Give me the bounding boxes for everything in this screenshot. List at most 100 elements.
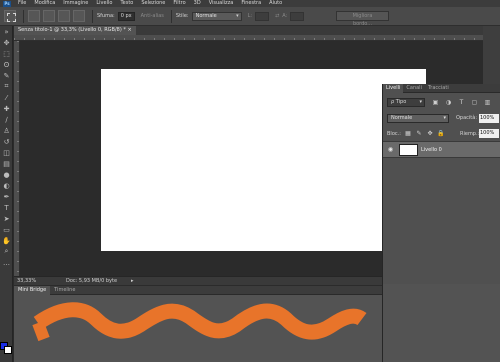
move-icon[interactable]: ✥: [0, 37, 13, 48]
clone-stamp-icon[interactable]: ♙: [0, 125, 13, 136]
menu-selezione[interactable]: Selezione: [137, 0, 169, 7]
document-tab[interactable]: Senza titolo-1 @ 33,3% (Livello 0, RGB/8…: [14, 26, 136, 35]
menu-bar: Ps File Modifica Immagine Livello Testo …: [0, 0, 500, 7]
height-label: A:: [282, 13, 288, 19]
divider: [92, 9, 93, 23]
more-icon[interactable]: …: [0, 257, 13, 268]
lock-all-icon[interactable]: 🔒: [436, 129, 446, 138]
height-input[interactable]: [290, 11, 305, 21]
menu-visualizza[interactable]: Visualizza: [205, 0, 238, 7]
zoom-icon[interactable]: ⌕: [0, 246, 13, 257]
gradient-icon[interactable]: ▤: [0, 158, 13, 169]
menu-filtro[interactable]: Filtro: [169, 0, 189, 7]
width-input[interactable]: [255, 11, 270, 21]
tab-canali[interactable]: Canali: [403, 84, 425, 93]
menu-testo[interactable]: Testo: [116, 0, 137, 7]
layer-row[interactable]: ◉ Livello 0: [383, 142, 500, 158]
layer-kind-filter[interactable]: ρ Tipo: [387, 98, 425, 107]
antialias-checkbox[interactable]: Anti-alias: [141, 13, 164, 19]
tab-mini-bridge[interactable]: Mini Bridge: [14, 285, 51, 295]
collapse-icon[interactable]: »: [0, 26, 13, 37]
path-select-icon[interactable]: ➤: [0, 213, 13, 224]
style-label: Stile:: [175, 13, 189, 19]
tab-livelli[interactable]: Livelli: [383, 83, 404, 93]
close-icon[interactable]: ×: [127, 27, 131, 33]
pen-icon[interactable]: ✒: [0, 191, 13, 202]
blur-icon[interactable]: ●: [0, 169, 13, 180]
bottom-panel-tabs: Mini Bridge Timeline: [14, 285, 382, 295]
eraser-icon[interactable]: ◫: [0, 147, 13, 158]
marquee-icon[interactable]: ⬚: [0, 48, 13, 59]
adjustment-filter-icon[interactable]: ◑: [444, 99, 453, 107]
menu-aiuto[interactable]: Aiuto: [265, 0, 286, 7]
shape-icon[interactable]: ▭: [0, 224, 13, 235]
brush-stroke-tail: [32, 320, 50, 342]
width-label: L:: [247, 13, 253, 19]
zoom-level[interactable]: 33,33%: [14, 278, 42, 284]
brush-icon[interactable]: ∕: [0, 114, 13, 125]
subtract-selection-icon[interactable]: [58, 10, 70, 22]
lock-pixels-icon[interactable]: ✎: [414, 129, 424, 138]
add-selection-icon[interactable]: [43, 10, 55, 22]
background-color-swatch[interactable]: [4, 346, 12, 354]
new-selection-icon[interactable]: [28, 10, 40, 22]
shape-filter-icon[interactable]: ▢: [470, 99, 479, 107]
divider: [170, 9, 172, 23]
menu-3d[interactable]: 3D: [190, 0, 205, 7]
blend-mode-select[interactable]: Normale: [387, 114, 449, 123]
options-bar: Sfuma: 0 px Anti-alias Stile: Normale L:…: [0, 7, 500, 27]
crop-icon[interactable]: ⌗: [0, 81, 13, 92]
swap-icon[interactable]: ⇄: [275, 13, 279, 19]
menu-modifica[interactable]: Modifica: [30, 0, 59, 7]
feather-input[interactable]: 0 px: [117, 11, 135, 21]
fill-input[interactable]: 100%: [479, 129, 499, 138]
smart-object-filter-icon[interactable]: ▥: [483, 99, 492, 107]
feather-label: Sfuma:: [97, 13, 115, 19]
lock-icons: ▦ ✎ ✥ 🔒: [403, 129, 447, 138]
refine-edge-button[interactable]: Migliora bordo...: [336, 11, 389, 27]
type-filter-icon[interactable]: T: [457, 99, 466, 107]
fill-label: Riemp.:: [460, 131, 480, 137]
eyedropper-icon[interactable]: ⁄: [0, 92, 13, 103]
menu-immagine[interactable]: Immagine: [59, 0, 92, 7]
status-menu-arrow-icon[interactable]: ▸: [131, 278, 134, 284]
quick-select-icon[interactable]: ✎: [0, 70, 13, 81]
vertical-ruler[interactable]: [14, 41, 20, 280]
style-select[interactable]: Normale: [191, 11, 242, 21]
hand-icon[interactable]: ✋: [0, 235, 13, 246]
tab-tracciati[interactable]: Tracciati: [425, 84, 452, 93]
intersect-selection-icon[interactable]: [73, 10, 85, 22]
tab-timeline[interactable]: Timeline: [50, 286, 79, 295]
document-tab-title: Senza titolo-1 @ 33,3% (Livello 0, RGB/8…: [18, 27, 126, 33]
status-bar: 33,33% Doc: 5,93 MB/0 byte ▸: [14, 276, 382, 285]
brush-stroke-path: [33, 302, 367, 340]
photoshop-logo-icon: Ps: [3, 0, 11, 7]
layers-panel-tabs: Livelli Canali Tracciati: [383, 83, 500, 93]
lock-transparency-icon[interactable]: ▦: [403, 129, 413, 138]
opacity-input[interactable]: 100%: [479, 114, 499, 123]
menu-livello[interactable]: Livello: [92, 0, 116, 7]
type-icon[interactable]: T: [0, 202, 13, 213]
menu-finestra[interactable]: Finestra: [237, 0, 265, 7]
panel-dock: [483, 26, 500, 84]
filter-icons: ▣ ◑ T ▢ ▥: [431, 99, 496, 107]
lock-position-icon[interactable]: ✥: [425, 129, 435, 138]
history-brush-icon[interactable]: ↺: [0, 136, 13, 147]
visibility-eye-icon[interactable]: ◉: [386, 146, 395, 154]
layer-name: Livello 0: [421, 147, 442, 153]
divider: [23, 9, 24, 23]
color-swatches: [0, 338, 13, 360]
menu-file[interactable]: File: [14, 0, 30, 7]
mini-bridge-panel: Mini Bridge Timeline: [14, 285, 382, 362]
rect-marquee-preset-icon[interactable]: [4, 10, 16, 22]
brush-stroke-preview: [14, 295, 382, 362]
document-tabs: Senza titolo-1 @ 33,3% (Livello 0, RGB/8…: [14, 26, 500, 35]
layers-panel: Livelli Canali Tracciati ρ Tipo ▣ ◑ T ▢ …: [382, 83, 500, 284]
lock-label: Bloc.:: [387, 131, 401, 137]
dodge-icon[interactable]: ◐: [0, 180, 13, 191]
right-panel-bottom: [382, 284, 500, 362]
pixel-filter-icon[interactable]: ▣: [431, 99, 440, 107]
document-canvas[interactable]: [101, 69, 426, 251]
healing-icon[interactable]: ✚: [0, 103, 13, 114]
lasso-icon[interactable]: ʘ: [0, 59, 13, 70]
